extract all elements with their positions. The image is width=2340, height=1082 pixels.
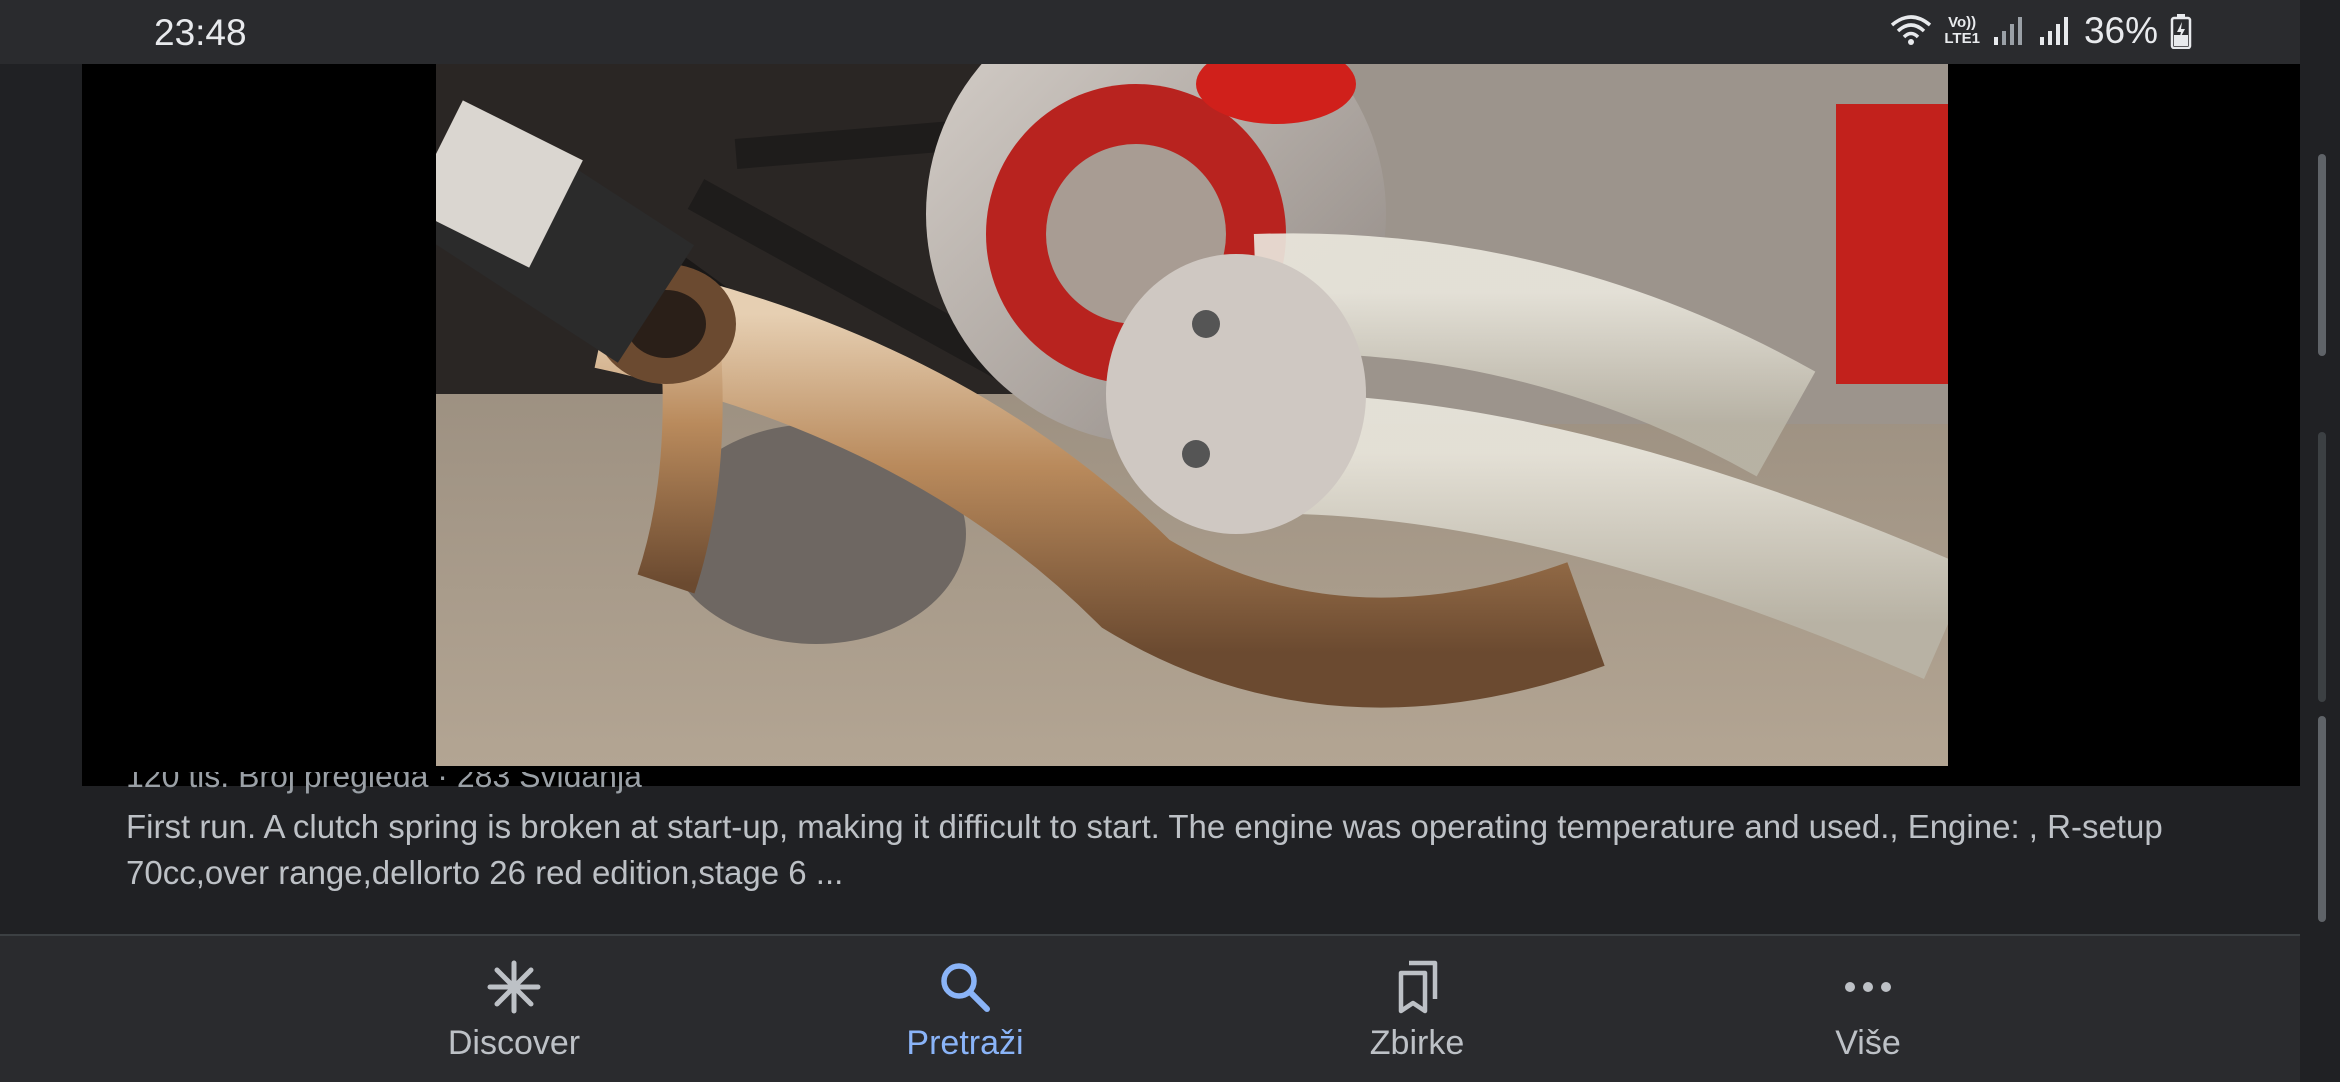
scrollbar-track: [2318, 432, 2326, 702]
nav-more-label: Više: [1835, 1024, 1901, 1062]
search-icon: [845, 956, 1085, 1018]
nav-discover-label: Discover: [447, 1024, 581, 1062]
video-thumbnail[interactable]: [436, 64, 1948, 766]
status-icons: Vo)) LTE1 36%: [1890, 10, 2192, 52]
nav-search-label: Pretraži: [906, 1024, 1024, 1062]
scrollbar-thumb[interactable]: [2318, 716, 2326, 922]
status-bar: 23:48 Vo)) LTE1 36%: [0, 0, 2300, 64]
nav-collections-label: Zbirke: [1369, 1024, 1465, 1062]
nav-discover[interactable]: Discover: [394, 956, 634, 1063]
video-description: First run. A clutch spring is broken at …: [126, 808, 2163, 891]
battery-percent: 36%: [2083, 10, 2158, 51]
asterisk-icon: [394, 956, 634, 1018]
nav-more[interactable]: Više: [1748, 956, 1988, 1063]
signal-icon: [1992, 15, 2026, 47]
search-result-content: 120 tis. Broj pregleda · 283 Sviđanja Fi…: [0, 64, 2300, 934]
nav-search[interactable]: Pretraži: [845, 956, 1085, 1063]
more-dots-icon: [1748, 956, 1988, 1018]
bookmarks-icon: [1297, 956, 1537, 1018]
network-type-label: Vo)) LTE1: [1944, 14, 1980, 47]
video-player[interactable]: [82, 64, 2300, 786]
nav-collections[interactable]: Zbirke: [1297, 956, 1537, 1063]
wifi-icon: [1890, 15, 1932, 47]
battery-charging-icon: [2170, 13, 2192, 49]
bottom-navigation: Discover Pretraži Zbirke Više: [0, 934, 2300, 1082]
signal-icon: [2038, 15, 2072, 47]
scrollbar-thumb[interactable]: [2318, 154, 2326, 356]
status-time: 23:48: [154, 12, 247, 53]
